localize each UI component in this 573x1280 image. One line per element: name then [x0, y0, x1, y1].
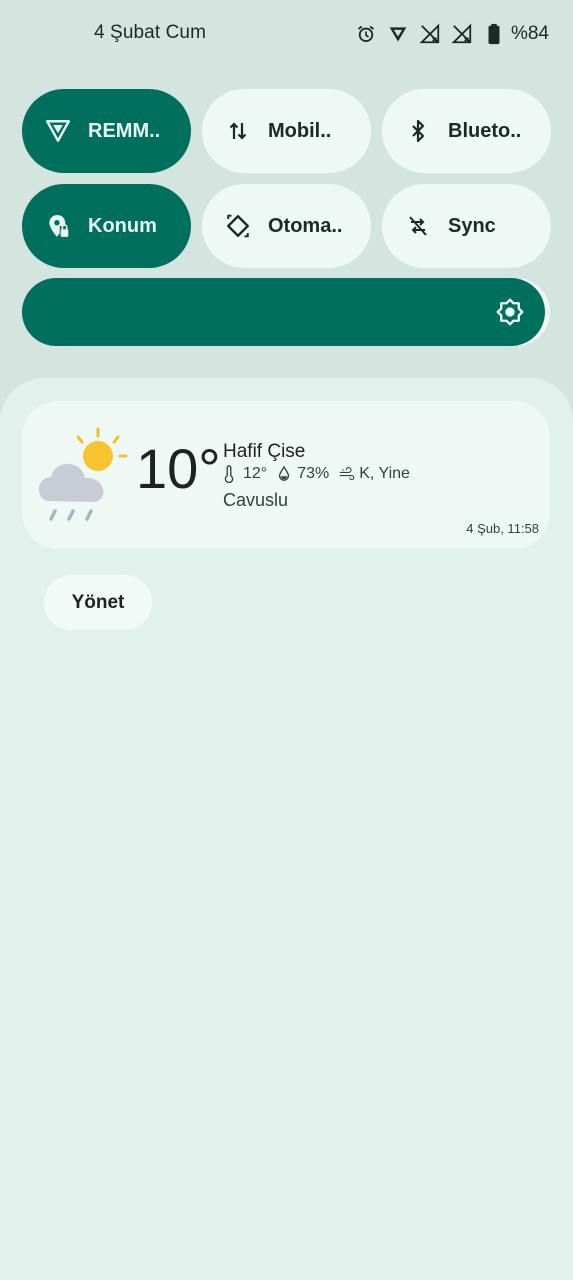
tile-mobile-data[interactable]: Mobil.. — [202, 89, 371, 173]
humidity-icon — [277, 465, 293, 483]
tile-label: Mobil.. — [268, 119, 332, 142]
signal-off-icon — [419, 23, 441, 45]
weather-humidity: 73% — [297, 465, 330, 482]
bluetooth-icon — [404, 117, 432, 145]
auto-rotate-icon — [224, 212, 252, 240]
brightness-slider[interactable] — [22, 278, 550, 346]
vpn-icon — [387, 23, 409, 45]
thermometer-icon — [223, 465, 239, 483]
status-icons: %84 — [355, 20, 549, 48]
tile-label: Sync — [448, 214, 496, 237]
weather-condition: Hafif Çise — [223, 441, 306, 462]
weather-details: 12° 73% K, Yine — [223, 465, 410, 483]
tile-vpn[interactable]: REMM.. — [22, 89, 191, 173]
status-date: 4 Şubat Cum — [94, 22, 206, 43]
tile-auto-rotate[interactable]: Otoma.. — [202, 184, 371, 268]
weather-cloud-sun-rain-icon — [39, 427, 128, 521]
location-icon — [44, 212, 72, 240]
tile-sync[interactable]: Sync — [382, 184, 551, 268]
status-bar: 4 Şubat Cum %84 — [0, 0, 573, 68]
battery-percentage: %84 — [510, 23, 549, 44]
brightness-icon — [496, 298, 524, 326]
brightness-fill — [22, 278, 545, 346]
signal-off-icon — [451, 23, 473, 45]
weather-temperature: 10° — [136, 437, 221, 500]
battery-icon — [483, 23, 505, 45]
weather-wind: K, Yine — [359, 465, 410, 482]
tile-label: Konum — [88, 214, 157, 237]
tile-label: Blueto.. — [448, 119, 522, 142]
tile-location[interactable]: Konum — [22, 184, 191, 268]
manage-button[interactable]: Yönet — [44, 575, 152, 630]
weather-location: Cavuslu — [223, 490, 289, 510]
tile-label: Otoma.. — [268, 214, 343, 237]
vpn-icon — [44, 117, 72, 145]
sync-off-icon — [404, 212, 432, 240]
alarm-icon — [355, 23, 377, 45]
tile-label: REMM.. — [88, 119, 161, 142]
weather-feels-like: 12° — [243, 465, 268, 482]
mobile-data-icon — [224, 117, 252, 145]
tile-bluetooth[interactable]: Blueto.. — [382, 89, 551, 173]
weather-widget[interactable]: 10° Hafif Çise 12° 73% K, Yine Cavuslu 4… — [22, 401, 550, 549]
weather-updated-time: 4 Şub, 11:58 — [466, 521, 539, 536]
wind-icon — [339, 465, 355, 483]
